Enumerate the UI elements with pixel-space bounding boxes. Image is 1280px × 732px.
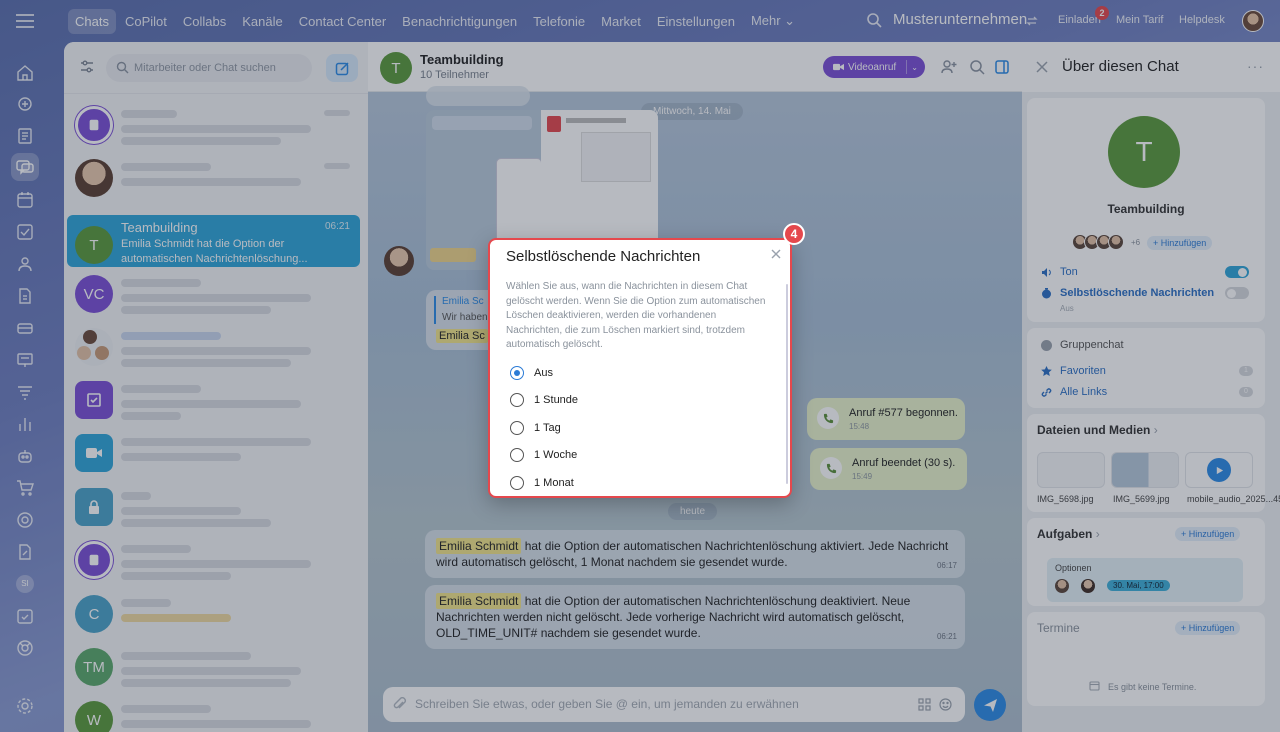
option-1-week[interactable]: 1 Woche <box>510 446 577 464</box>
option-1-month[interactable]: 1 Monat <box>510 474 574 492</box>
radio-button[interactable] <box>510 448 524 462</box>
close-icon[interactable] <box>770 247 782 259</box>
radio-button[interactable] <box>510 476 524 490</box>
radio-button[interactable] <box>510 421 524 435</box>
option-1-hour[interactable]: 1 Stunde <box>510 391 578 409</box>
scrollbar[interactable] <box>786 284 788 484</box>
dialog-title: Selbstlöschende Nachrichten <box>506 248 701 265</box>
radio-button[interactable] <box>510 366 524 380</box>
dialog-description: Wählen Sie aus, wann die Nachrichten in … <box>506 281 766 350</box>
option-1-day[interactable]: 1 Tag <box>510 419 561 437</box>
step-badge: 4 <box>783 223 805 245</box>
option-off[interactable]: Aus <box>510 364 553 382</box>
radio-button[interactable] <box>510 393 524 407</box>
self-delete-dialog: Selbstlöschende Nachrichten Wählen Sie a… <box>488 238 792 498</box>
